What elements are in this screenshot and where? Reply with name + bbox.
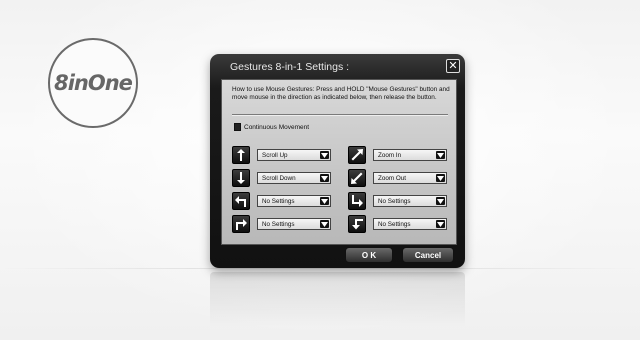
gesture-select-value: Scroll Up	[262, 151, 288, 159]
gesture-select[interactable]: No Settings	[373, 195, 447, 207]
gesture-row: Zoom Out	[348, 169, 447, 187]
instructions-text: How to use Mouse Gestures: Press and HOL…	[232, 86, 450, 101]
continuous-movement-checkbox[interactable]	[234, 123, 241, 131]
gesture-select[interactable]: Scroll Up	[257, 149, 331, 161]
gesture-select-value: No Settings	[262, 220, 295, 228]
continuous-movement-label: Continuous Movement	[244, 123, 310, 131]
brand-logo-text: 8inOne	[54, 71, 133, 95]
cancel-button[interactable]: Cancel	[402, 247, 454, 263]
chevron-down-icon	[436, 197, 445, 205]
arrow-left-down-turn-icon	[348, 215, 366, 233]
gesture-select-value: No Settings	[378, 220, 411, 228]
gesture-select-value: Scroll Down	[262, 174, 296, 182]
gesture-settings-window: Gestures 8-in-1 Settings : ✕ How to use …	[210, 54, 465, 268]
gesture-row: No Settings	[348, 192, 447, 210]
ok-button[interactable]: O K	[345, 247, 393, 263]
brand-logo: 8inOne	[48, 38, 138, 128]
gesture-select[interactable]: No Settings	[373, 218, 447, 230]
chevron-down-icon	[436, 151, 445, 159]
gesture-row: No Settings	[232, 215, 331, 233]
gesture-row: Scroll Up	[232, 146, 331, 164]
chevron-down-icon	[320, 220, 329, 228]
gesture-select[interactable]: Scroll Down	[257, 172, 331, 184]
arrow-up-right-diag-icon	[348, 146, 366, 164]
continuous-movement-row[interactable]: Continuous Movement	[234, 123, 309, 131]
close-button[interactable]: ✕	[446, 59, 460, 73]
divider	[232, 114, 448, 115]
gesture-select[interactable]: No Settings	[257, 195, 331, 207]
chevron-down-icon	[436, 220, 445, 228]
arrow-down-left-diag-icon	[348, 169, 366, 187]
gesture-row: No Settings	[348, 215, 447, 233]
chevron-down-icon	[320, 197, 329, 205]
gesture-row: Scroll Down	[232, 169, 331, 187]
arrow-up-left-icon	[232, 192, 250, 210]
gesture-select-value: No Settings	[262, 197, 295, 205]
gesture-row: Zoom In	[348, 146, 447, 164]
gesture-select[interactable]: Zoom In	[373, 149, 447, 161]
arrow-down-right-turn-icon	[348, 192, 366, 210]
gesture-row: No Settings	[232, 192, 331, 210]
chevron-down-icon	[320, 151, 329, 159]
arrow-up-icon	[232, 146, 250, 164]
arrow-down-icon	[232, 169, 250, 187]
floor-line	[0, 268, 640, 269]
chevron-down-icon	[436, 174, 445, 182]
gesture-select-value: No Settings	[378, 197, 411, 205]
gesture-select-value: Zoom In	[378, 151, 402, 159]
gesture-select[interactable]: No Settings	[257, 218, 331, 230]
gesture-select-value: Zoom Out	[378, 174, 406, 182]
arrow-down-right-icon	[232, 215, 250, 233]
close-icon: ✕	[448, 59, 458, 72]
chevron-down-icon	[320, 174, 329, 182]
window-reflection	[210, 272, 465, 327]
window-title: Gestures 8-in-1 Settings :	[230, 61, 350, 73]
gesture-select[interactable]: Zoom Out	[373, 172, 447, 184]
settings-panel: How to use Mouse Gestures: Press and HOL…	[221, 79, 457, 245]
